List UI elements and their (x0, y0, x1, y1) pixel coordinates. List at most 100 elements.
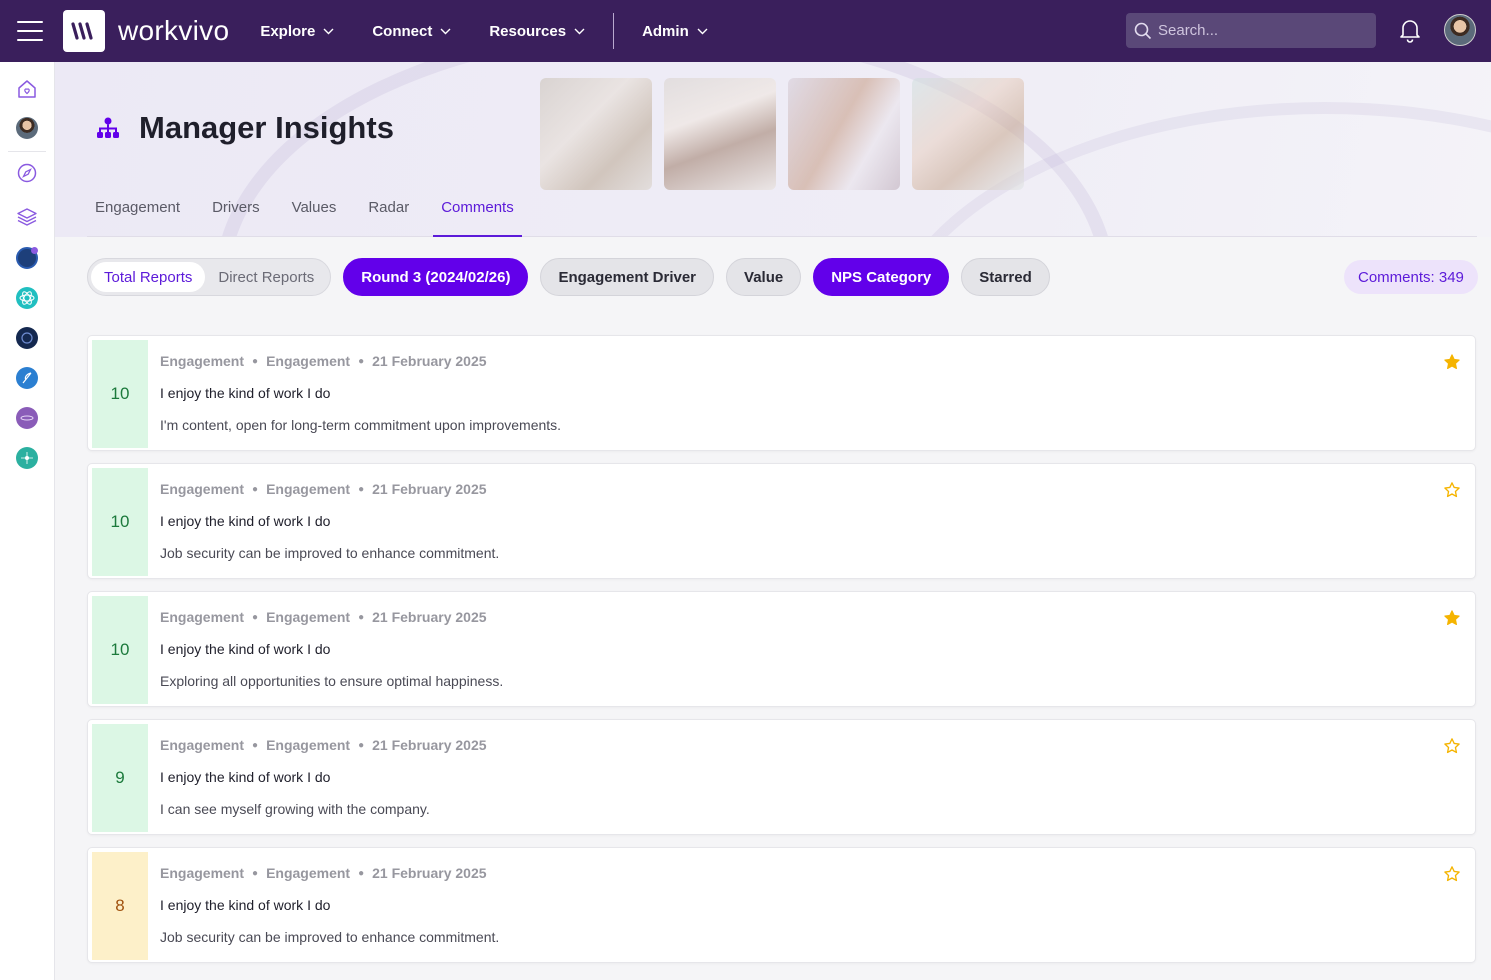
page-title-row: Manager Insights (95, 110, 394, 146)
star-icon[interactable] (1443, 737, 1461, 760)
planet-space-icon[interactable] (16, 407, 38, 429)
comment-text: Job security can be improved to enhance … (160, 545, 500, 561)
comment-text: I'm content, open for long-term commitme… (160, 417, 562, 433)
comment-card[interactable]: 10 Engagement ● Engagement ● 21 February 2025… (87, 463, 1476, 579)
separator-dot: ● (358, 483, 365, 495)
header-photo (664, 78, 776, 190)
filter-bar: Total Reports Direct Reports Round 3 (20… (87, 258, 1050, 296)
rail-divider (8, 151, 46, 152)
reports-toggle: Total Reports Direct Reports (87, 258, 332, 296)
tab-drivers[interactable]: Drivers (204, 190, 268, 237)
comment-value: Engagement (266, 481, 351, 497)
star-icon[interactable] (1443, 353, 1461, 376)
nav-explore[interactable]: Explore (260, 23, 334, 40)
search-input[interactable] (1158, 22, 1358, 39)
feather-space-icon[interactable] (16, 367, 38, 389)
tab-comments[interactable]: Comments (433, 190, 522, 237)
separator-dot: ● (358, 611, 365, 623)
search-icon (1134, 22, 1152, 39)
home-icon[interactable] (16, 78, 38, 100)
comment-value: Engagement (266, 865, 351, 881)
engagement-driver-filter-chip[interactable]: Engagement Driver (540, 258, 715, 296)
comment-question: I enjoy the kind of work I do (160, 513, 331, 529)
comment-card[interactable]: 8 Engagement ● Engagement ● 21 February 2025 I… (87, 847, 1476, 963)
comment-text: Job security can be improved to enhance … (160, 929, 500, 945)
nav-admin-label: Admin (642, 22, 689, 40)
profile-avatar[interactable] (16, 117, 38, 139)
nav-connect-label: Connect (372, 22, 433, 40)
main-nav: Explore Connect Resources Admin (260, 0, 745, 62)
comment-card[interactable]: 10 Engagement ● Engagement ● 21 February 2025… (87, 335, 1476, 451)
direct-reports-button[interactable]: Direct Reports (205, 262, 327, 292)
nav-resources-label: Resources (489, 22, 567, 40)
chevron-down-icon (440, 28, 451, 34)
page-title: Manager Insights (139, 110, 394, 145)
nav-resources[interactable]: Resources (489, 23, 585, 40)
header-photo (788, 78, 900, 190)
workvivo-logo-icon[interactable] (63, 10, 105, 52)
separator-dot: ● (252, 867, 259, 879)
chevron-down-icon (574, 28, 585, 34)
user-avatar[interactable] (1444, 14, 1476, 46)
separator-dot: ● (358, 867, 365, 879)
search-box[interactable] (1126, 13, 1376, 48)
menu-icon[interactable] (17, 21, 43, 41)
comment-question: I enjoy the kind of work I do (160, 641, 331, 657)
space-icon[interactable] (16, 247, 38, 269)
score-badge: 9 (92, 724, 148, 832)
comment-value: Engagement (266, 609, 351, 625)
notifications-bell-icon[interactable] (1397, 17, 1423, 43)
total-reports-button[interactable]: Total Reports (91, 262, 206, 292)
atom-icon[interactable] (16, 287, 38, 309)
nav-admin[interactable]: Admin (642, 23, 708, 40)
network-space-icon[interactable] (16, 447, 38, 469)
score-badge: 8 (92, 852, 148, 960)
comments-count-badge: Comments: 349 (1344, 260, 1478, 294)
comment-meta: Engagement ● Engagement ● 21 February 2025 (160, 865, 487, 881)
separator-dot: ● (358, 739, 365, 751)
separator-dot: ● (252, 355, 259, 367)
comment-card[interactable]: 9 Engagement ● Engagement ● 21 February 2025 I… (87, 719, 1476, 835)
comment-date: 21 February 2025 (372, 481, 487, 497)
insights-tabs: Engagement Drivers Values Radar Comments (87, 190, 1477, 237)
score-badge: 10 (92, 340, 148, 448)
comment-question: I enjoy the kind of work I do (160, 769, 331, 785)
org-chart-icon (97, 117, 119, 138)
score-badge: 10 (92, 596, 148, 704)
comment-driver: Engagement (160, 481, 245, 497)
separator-dot: ● (252, 611, 259, 623)
comment-meta: Engagement ● Engagement ● 21 February 2025 (160, 353, 487, 369)
separator-dot: ● (252, 483, 259, 495)
nav-connect[interactable]: Connect (372, 23, 451, 40)
separator-dot: ● (252, 739, 259, 751)
main-content: Manager Insights Engagement Drivers Valu… (55, 62, 1491, 980)
star-icon[interactable] (1443, 865, 1461, 888)
compass-icon[interactable] (16, 162, 38, 184)
tab-engagement[interactable]: Engagement (87, 190, 188, 237)
comment-date: 21 February 2025 (372, 609, 487, 625)
comment-question: I enjoy the kind of work I do (160, 385, 331, 401)
comment-text: I can see myself growing with the compan… (160, 801, 430, 817)
comment-card[interactable]: 10 Engagement ● Engagement ● 21 February 2025… (87, 591, 1476, 707)
star-icon[interactable] (1443, 609, 1461, 632)
starred-filter-chip[interactable]: Starred (961, 258, 1050, 296)
comments-list: 10 Engagement ● Engagement ● 21 February 2025… (87, 335, 1476, 975)
round-filter-chip[interactable]: Round 3 (2024/02/26) (343, 258, 529, 296)
nav-explore-label: Explore (260, 22, 316, 40)
header-photo (912, 78, 1024, 190)
value-filter-chip[interactable]: Value (726, 258, 802, 296)
app-name[interactable]: workvivo (118, 15, 229, 47)
separator-dot: ● (358, 355, 365, 367)
tab-radar[interactable]: Radar (360, 190, 417, 237)
nps-category-filter-chip[interactable]: NPS Category (813, 258, 950, 296)
tab-values[interactable]: Values (284, 190, 345, 237)
score-badge: 10 (92, 468, 148, 576)
layers-icon[interactable] (16, 206, 38, 228)
comment-value: Engagement (266, 353, 351, 369)
comment-value: Engagement (266, 737, 351, 753)
globe-space-icon[interactable] (16, 327, 38, 349)
comment-driver: Engagement (160, 609, 245, 625)
star-icon[interactable] (1443, 481, 1461, 504)
chevron-down-icon (323, 28, 334, 34)
comment-driver: Engagement (160, 737, 245, 753)
